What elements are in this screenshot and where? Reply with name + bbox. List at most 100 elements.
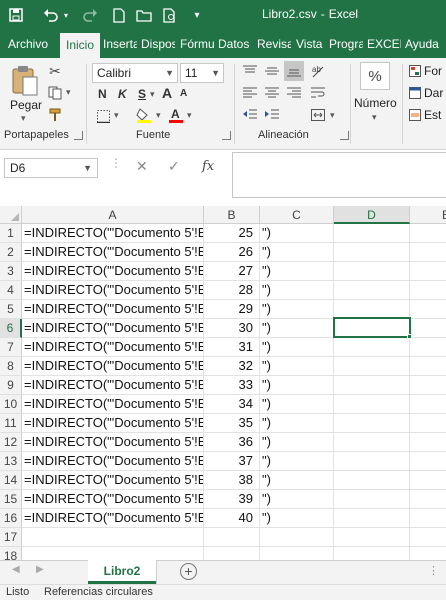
decrease-indent-icon[interactable] (240, 106, 260, 124)
underline-button[interactable]: S (138, 87, 146, 101)
row-header[interactable]: 16 (0, 509, 22, 528)
cell-a11[interactable]: =INDIRECTO("'Documento 5'!B (22, 414, 204, 433)
cell-c7[interactable]: ") (260, 338, 334, 357)
name-box[interactable]: D6 ▼ (4, 158, 98, 178)
cell-a9[interactable]: =INDIRECTO("'Documento 5'!B (22, 376, 204, 395)
cell-a16[interactable]: =INDIRECTO("'Documento 5'!B (22, 509, 204, 528)
format-painter-icon[interactable] (46, 106, 64, 124)
align-top-icon[interactable] (240, 62, 260, 80)
scroll-sheets-right-icon[interactable]: ▶ (36, 564, 44, 575)
redo-icon[interactable] (80, 4, 100, 26)
cell-e6[interactable] (410, 319, 446, 338)
cell-d15[interactable] (334, 490, 410, 509)
row-header[interactable]: 14 (0, 471, 22, 490)
format-table-icon[interactable] (408, 86, 422, 100)
paste-icon[interactable] (10, 64, 40, 98)
row-header[interactable]: 18 (0, 547, 22, 560)
row-header[interactable]: 1 (0, 224, 22, 243)
cell-a18[interactable] (22, 547, 204, 560)
copy-dropdown-icon[interactable]: ▾ (66, 87, 71, 98)
cell-a17[interactable] (22, 528, 204, 547)
cell-styles-label[interactable]: Est (424, 108, 441, 122)
cell-c16[interactable]: ") (260, 509, 334, 528)
cell-a1[interactable]: =INDIRECTO("'Documento 5'!B (22, 224, 204, 243)
cell-e8[interactable] (410, 357, 446, 376)
cell-c11[interactable]: ") (260, 414, 334, 433)
cell-a5[interactable]: =INDIRECTO("'Documento 5'!B (22, 300, 204, 319)
cell-b1[interactable]: 25 (204, 224, 260, 243)
tab-excel[interactable]: EXCEL (367, 30, 401, 58)
sheet-tab-libro2[interactable]: Libro2 (88, 560, 156, 584)
row-header[interactable]: 7 (0, 338, 22, 357)
paste-dropdown-icon[interactable]: ▾ (21, 113, 26, 124)
fill-handle[interactable] (407, 334, 412, 339)
column-header-a[interactable]: A (22, 206, 204, 224)
cell-b18[interactable] (204, 547, 260, 560)
cell-b17[interactable] (204, 528, 260, 547)
cell-c6[interactable]: ") (260, 319, 334, 338)
cell-d3[interactable] (334, 262, 410, 281)
cell-b10[interactable]: 34 (204, 395, 260, 414)
cell-c14[interactable]: ") (260, 471, 334, 490)
align-center-icon[interactable] (262, 84, 282, 102)
borders-dropdown-icon[interactable]: ▾ (114, 110, 119, 121)
row-header[interactable]: 5 (0, 300, 22, 319)
cancel-entry-icon[interactable]: ✕ (136, 158, 148, 175)
select-all-corner[interactable] (0, 206, 22, 224)
merge-dropdown-icon[interactable]: ▾ (330, 110, 335, 121)
clipboard-launcher-icon[interactable] (74, 131, 83, 140)
align-left-icon[interactable] (240, 84, 260, 102)
cell-c3[interactable]: ") (260, 262, 334, 281)
cell-a13[interactable]: =INDIRECTO("'Documento 5'!B (22, 452, 204, 471)
cell-d11[interactable] (334, 414, 410, 433)
tab-programador[interactable]: Progra (329, 30, 363, 58)
number-format-button[interactable]: % (360, 62, 390, 90)
new-document-icon[interactable] (110, 4, 128, 26)
cell-e7[interactable] (410, 338, 446, 357)
cell-e9[interactable] (410, 376, 446, 395)
cell-c10[interactable]: ") (260, 395, 334, 414)
cell-d4[interactable] (334, 281, 410, 300)
cell-a6[interactable]: =INDIRECTO("'Documento 5'!B (22, 319, 204, 338)
undo-dropdown-icon[interactable]: ▾ (62, 4, 70, 26)
cell-a10[interactable]: =INDIRECTO("'Documento 5'!B (22, 395, 204, 414)
cell-c18[interactable] (260, 547, 334, 560)
cell-e16[interactable] (410, 509, 446, 528)
cell-e14[interactable] (410, 471, 446, 490)
scroll-sheets-left-icon[interactable]: ◀ (12, 564, 20, 575)
cell-b13[interactable]: 37 (204, 452, 260, 471)
cell-e1[interactable] (410, 224, 446, 243)
row-header[interactable]: 3 (0, 262, 22, 281)
cell-d12[interactable] (334, 433, 410, 452)
undo-icon[interactable] (40, 4, 62, 26)
cell-c8[interactable]: ") (260, 357, 334, 376)
cell-c2[interactable]: ") (260, 243, 334, 262)
cell-b16[interactable]: 40 (204, 509, 260, 528)
confirm-entry-icon[interactable]: ✓ (168, 158, 180, 175)
align-right-icon[interactable] (284, 84, 304, 102)
row-header[interactable]: 17 (0, 528, 22, 547)
cell-a7[interactable]: =INDIRECTO("'Documento 5'!B (22, 338, 204, 357)
row-header[interactable]: 13 (0, 452, 22, 471)
cell-d2[interactable] (334, 243, 410, 262)
insert-function-icon[interactable]: fx (202, 159, 214, 174)
cell-styles-icon[interactable] (408, 108, 422, 122)
row-header[interactable]: 4 (0, 281, 22, 300)
cell-e13[interactable] (410, 452, 446, 471)
cell-c5[interactable]: ") (260, 300, 334, 319)
cell-e18[interactable] (410, 547, 446, 560)
cell-d10[interactable] (334, 395, 410, 414)
bold-button[interactable]: N (98, 87, 107, 101)
cell-a4[interactable]: =INDIRECTO("'Documento 5'!B (22, 281, 204, 300)
cell-e2[interactable] (410, 243, 446, 262)
cell-b14[interactable]: 38 (204, 471, 260, 490)
row-header[interactable]: 12 (0, 433, 22, 452)
orientation-icon[interactable]: ab (308, 62, 328, 80)
cell-e3[interactable] (410, 262, 446, 281)
row-header[interactable]: 8 (0, 357, 22, 376)
merge-center-icon[interactable] (308, 106, 328, 124)
cell-c12[interactable]: ") (260, 433, 334, 452)
column-header-e[interactable]: E (410, 206, 446, 224)
fill-color-icon[interactable] (135, 106, 153, 124)
new-sheet-button[interactable]: + (180, 563, 197, 580)
